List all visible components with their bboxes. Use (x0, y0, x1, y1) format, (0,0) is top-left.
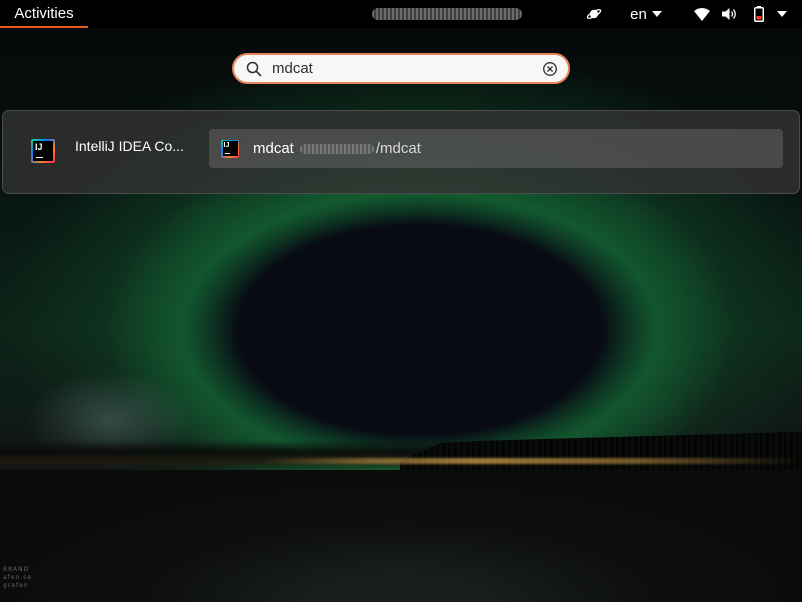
search-result-item[interactable]: IJ mdcat /mdcat (209, 129, 783, 168)
wallpaper-ground (0, 470, 802, 602)
wallpaper-town-lights (260, 458, 800, 464)
battery-indicator[interactable] (748, 0, 770, 28)
intellij-idea-icon: IJ (31, 139, 55, 163)
intellij-idea-icon: IJ (221, 139, 239, 158)
search-result-name: mdcat (253, 140, 294, 157)
battery-icon (754, 6, 764, 22)
search-results-panel: IJ IntelliJ IDEA Co... IJ mdcat /mdcat (2, 110, 800, 194)
search-result-path-suffix: /mdcat (375, 140, 421, 157)
saturn-indicator-icon (586, 9, 602, 19)
clock-redacted[interactable] (372, 8, 522, 20)
path-redacted (299, 143, 374, 154)
volume-icon (722, 8, 736, 20)
wallpaper-watermark: BRAND afen.se grafen (3, 566, 33, 589)
search-provider-name[interactable]: IntelliJ IDEA Co... (75, 138, 199, 154)
search-icon (246, 61, 262, 77)
wifi-icon (694, 7, 710, 21)
volume-indicator[interactable] (720, 0, 740, 28)
system-menu[interactable] (774, 0, 790, 28)
chevron-down-icon (777, 11, 787, 17)
activities-button[interactable]: Activities (0, 0, 88, 28)
search-box[interactable] (232, 53, 570, 84)
search-input[interactable] (272, 58, 532, 79)
search-result-path: /mdcat (299, 140, 421, 157)
saturn-indicator[interactable] (582, 0, 606, 28)
chevron-down-icon (651, 11, 662, 17)
language-label: en (630, 5, 647, 23)
wifi-indicator[interactable] (692, 0, 712, 28)
search-provider-icon-wrapper[interactable]: IJ (31, 139, 55, 163)
clear-search-icon[interactable] (542, 61, 558, 77)
top-bar: Activities en (0, 0, 802, 28)
language-selector[interactable]: en (624, 0, 668, 28)
